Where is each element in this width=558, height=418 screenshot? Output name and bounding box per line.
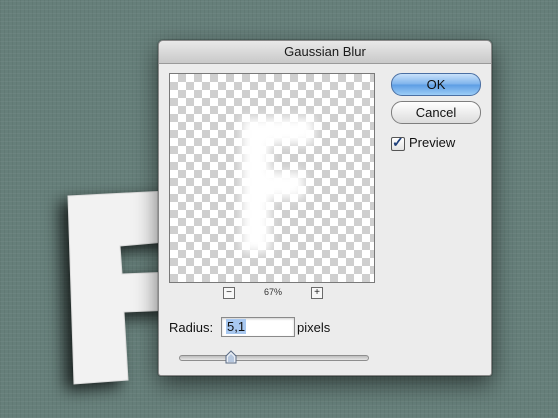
dialog-title: Gaussian Blur: [159, 41, 491, 64]
zoom-out-button[interactable]: −: [223, 287, 235, 299]
radius-label: Radius:: [169, 320, 214, 335]
blurred-f-icon: [232, 110, 322, 260]
gaussian-blur-dialog: Gaussian Blur − 67% + OK Cancel ✓ Preview…: [158, 40, 492, 376]
zoom-in-button[interactable]: +: [311, 287, 323, 299]
zoom-controls: − 67% +: [169, 287, 375, 301]
ok-button[interactable]: OK: [391, 73, 481, 96]
preview-checkbox[interactable]: ✓: [391, 133, 405, 151]
radius-value: 5,1: [226, 319, 247, 334]
preview-label: Preview: [409, 135, 456, 150]
preview-toggle[interactable]: ✓ Preview: [391, 133, 456, 151]
radius-slider[interactable]: [179, 350, 369, 364]
radius-unit-label: pixels: [297, 320, 331, 335]
radius-field[interactable]: 5,1: [221, 317, 295, 337]
preview-canvas[interactable]: [169, 73, 375, 283]
zoom-level: 67%: [263, 287, 282, 297]
cancel-button[interactable]: Cancel: [391, 101, 481, 124]
checkmark-icon: ✓: [392, 133, 404, 150]
